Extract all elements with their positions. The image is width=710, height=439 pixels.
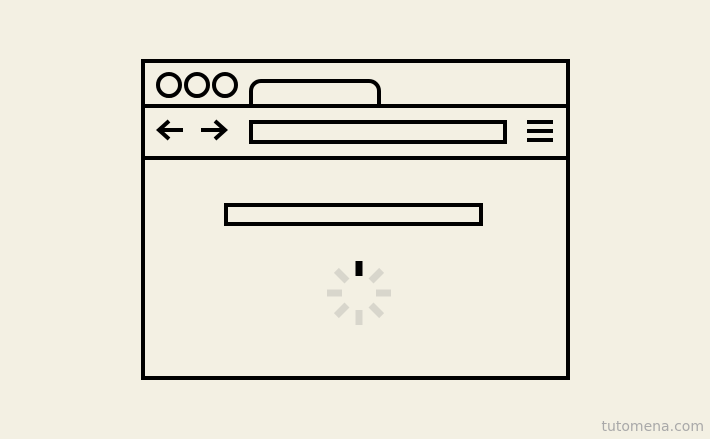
window-minimize-button[interactable]	[184, 72, 210, 98]
watermark-text: tutomena.com	[601, 419, 704, 435]
forward-arrow-icon[interactable]	[199, 118, 229, 142]
loading-spinner-icon	[327, 261, 391, 325]
window-close-button[interactable]	[156, 72, 182, 98]
browser-tab[interactable]	[249, 79, 381, 108]
address-bar[interactable]	[249, 120, 507, 144]
hamburger-menu-icon[interactable]	[525, 118, 555, 144]
window-maximize-button[interactable]	[212, 72, 238, 98]
content-placeholder-bar	[224, 203, 483, 226]
title-bar	[145, 63, 566, 108]
navigation-bar	[145, 108, 566, 160]
browser-window	[141, 59, 570, 380]
back-arrow-icon[interactable]	[155, 118, 185, 142]
